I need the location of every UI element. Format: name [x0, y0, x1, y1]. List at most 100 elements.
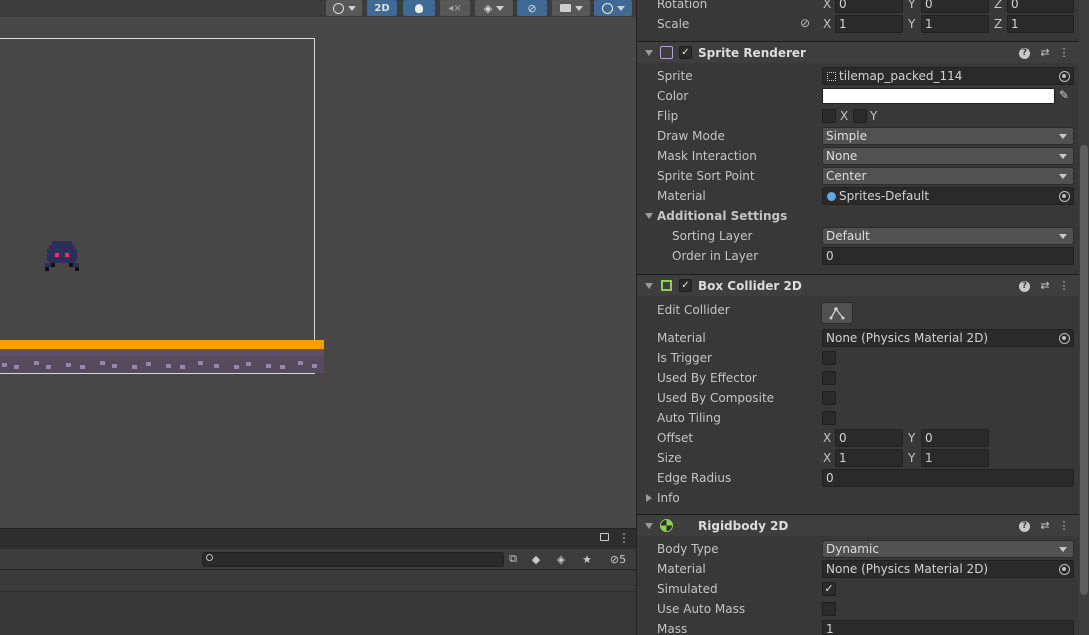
used-by-composite-checkbox[interactable]	[822, 391, 836, 405]
material-object-field[interactable]: Sprites-Default	[822, 187, 1074, 205]
simulated-row: Simulated ✓	[637, 579, 1080, 599]
draw-mode-row: Draw Mode Simple	[637, 126, 1080, 146]
use-auto-mass-checkbox[interactable]	[822, 602, 836, 616]
scale-z-field[interactable]: 1	[1007, 15, 1074, 33]
constrain-proportions-icon[interactable]: ⊘	[800, 16, 810, 30]
scene-view[interactable]: 2D ◂× ◈ ⊘	[0, 0, 636, 528]
hidden-packages-toggle[interactable]: ⊘ 5	[604, 551, 632, 567]
sprite-renderer-enabled-checkbox[interactable]: ✓	[679, 46, 692, 59]
ground-tile-bottom	[0, 356, 324, 373]
used-by-effector-checkbox[interactable]	[822, 371, 836, 385]
inspector-panel: Rotation X 0 Y 0 Z 0 Scale ⊘ X 1 Y 1 Z 1…	[636, 0, 1089, 635]
presets-icon[interactable]: ⇄	[1038, 519, 1052, 533]
rotation-x-field[interactable]: 0	[835, 0, 903, 13]
help-icon[interactable]: ?	[1019, 281, 1030, 292]
order-in-layer-field[interactable]: 0	[822, 247, 1074, 265]
component-menu-icon[interactable]: ⋮	[1057, 46, 1071, 60]
sorting-layer-dropdown[interactable]: Default	[822, 227, 1074, 245]
favorites-star-icon[interactable]: ★	[578, 551, 596, 567]
camera-bounds	[0, 38, 315, 374]
camera-dropdown[interactable]	[552, 0, 590, 16]
box-collider-enabled-checkbox[interactable]: ✓	[679, 279, 692, 292]
sprite-object-field[interactable]: tilemap_packed_114	[822, 67, 1074, 85]
inspector-scrollbar[interactable]	[1079, 0, 1089, 635]
box-collider-icon	[661, 280, 672, 291]
rotation-row: Rotation X 0 Y 0 Z 0	[637, 0, 1080, 14]
audio-toggle-button[interactable]: ◂×	[440, 0, 470, 16]
mass-field[interactable]: 1	[822, 620, 1074, 635]
offset-y-field[interactable]: 0	[921, 429, 989, 447]
rigidbody-header[interactable]: Rigidbody 2D ? ⇄ ⋮	[637, 514, 1080, 536]
scene-visibility-toggle[interactable]: ⊘	[517, 0, 547, 16]
help-icon[interactable]: ?	[1019, 48, 1030, 59]
more-options-icon[interactable]: ⋮	[618, 531, 630, 545]
shading-mode-dropdown[interactable]	[326, 0, 362, 16]
additional-settings-foldout[interactable]: Additional Settings	[637, 206, 1080, 226]
scale-y-field[interactable]: 1	[921, 15, 989, 33]
mask-interaction-dropdown[interactable]: None	[822, 147, 1074, 165]
object-picker-icon[interactable]	[1059, 191, 1070, 202]
component-menu-icon[interactable]: ⋮	[1057, 279, 1071, 293]
color-row: Color ✎	[657, 88, 1070, 104]
sprite-renderer-icon	[660, 46, 673, 59]
scrollbar-thumb[interactable]	[1080, 145, 1088, 595]
lighting-toggle-button[interactable]	[403, 0, 435, 16]
help-icon[interactable]: ?	[1019, 521, 1030, 532]
foldout-arrow-icon[interactable]	[646, 494, 652, 502]
foldout-arrow-icon[interactable]	[645, 283, 653, 289]
rotation-y-field[interactable]: 0	[921, 0, 989, 13]
gizmos-dropdown[interactable]	[594, 0, 632, 16]
box-collider-header[interactable]: ✓ Box Collider 2D ? ⇄ ⋮	[637, 274, 1080, 296]
is-trigger-checkbox[interactable]	[822, 351, 836, 365]
sprite-sort-point-dropdown[interactable]: Center	[822, 167, 1074, 185]
sprite-renderer-header[interactable]: ✓ Sprite Renderer ? ⇄ ⋮	[637, 41, 1080, 63]
foldout-arrow-icon[interactable]	[645, 213, 653, 219]
search-by-type-icon[interactable]: ⧉	[504, 551, 522, 567]
body-type-dropdown[interactable]: Dynamic	[822, 540, 1074, 558]
filter-by-label-icon[interactable]: ◈	[552, 551, 570, 567]
speaker-muted-icon: ◂×	[448, 2, 462, 14]
edge-radius-field[interactable]: 0	[822, 469, 1074, 487]
sprite-row: Sprite tilemap_packed_114	[637, 66, 1080, 86]
color-swatch[interactable]	[822, 88, 1055, 104]
object-picker-icon[interactable]	[1059, 333, 1070, 344]
presets-icon[interactable]: ⇄	[1038, 46, 1052, 60]
foldout-arrow-icon[interactable]	[645, 523, 653, 529]
flip-y-checkbox[interactable]	[853, 109, 867, 123]
collider-material-field[interactable]: None (Physics Material 2D)	[822, 329, 1074, 347]
effects-dropdown[interactable]: ◈	[475, 0, 513, 16]
scene-toolbar: 2D ◂× ◈ ⊘	[0, 0, 636, 17]
eyedropper-icon[interactable]: ✎	[1059, 88, 1069, 102]
scale-x-field[interactable]: 1	[835, 15, 903, 33]
use-auto-mass-row: Use Auto Mass	[637, 599, 1080, 619]
size-x-field[interactable]: 1	[835, 449, 903, 467]
toggle-2d-button[interactable]: 2D	[367, 0, 397, 16]
order-in-layer-row: Order in Layer 0	[637, 246, 1080, 266]
edit-collider-button[interactable]	[821, 302, 853, 324]
size-y-field[interactable]: 1	[921, 449, 989, 467]
search-input[interactable]	[202, 552, 504, 567]
filter-by-type-icon[interactable]: ◆	[527, 551, 545, 567]
rotation-z-field[interactable]: 0	[1007, 0, 1074, 13]
object-picker-icon[interactable]	[1059, 564, 1070, 575]
flip-x-checkbox[interactable]	[822, 109, 836, 123]
ground-tile-top[interactable]	[0, 340, 324, 349]
ground-tile-middle	[0, 349, 324, 356]
sprite-sort-point-row: Sprite Sort Point Center	[637, 166, 1080, 186]
sorting-layer-row: Sorting Layer Default	[637, 226, 1080, 246]
rigidbody-material-field[interactable]: None (Physics Material 2D)	[822, 560, 1074, 578]
presets-icon[interactable]: ⇄	[1038, 279, 1052, 293]
lock-icon[interactable]	[600, 533, 609, 541]
draw-mode-dropdown[interactable]: Simple	[822, 127, 1074, 145]
foldout-arrow-icon[interactable]	[645, 50, 653, 56]
player-sprite[interactable]	[45, 241, 79, 275]
object-picker-icon[interactable]	[1059, 71, 1070, 82]
globe-icon	[601, 2, 613, 14]
auto-tiling-checkbox[interactable]	[822, 411, 836, 425]
panel-toolbar: ⧉ ◆ ◈ ★ ⊘ 5	[0, 549, 636, 570]
simulated-checkbox[interactable]: ✓	[822, 582, 836, 596]
info-foldout[interactable]: Info	[637, 488, 1080, 508]
lightbulb-icon	[415, 3, 423, 13]
component-menu-icon[interactable]: ⋮	[1057, 519, 1071, 533]
offset-x-field[interactable]: 0	[835, 429, 903, 447]
